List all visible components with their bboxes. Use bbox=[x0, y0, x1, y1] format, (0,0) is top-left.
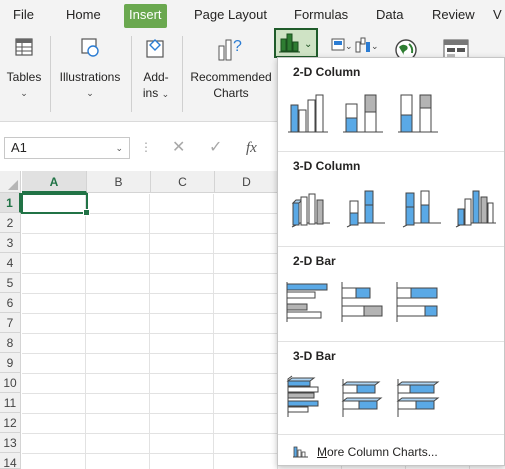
tables-label: Tables bbox=[6, 70, 42, 84]
row-header[interactable]: 13 bbox=[0, 433, 21, 453]
percent-stacked-bar-thumb[interactable] bbox=[394, 278, 442, 326]
tab-insert[interactable]: Insert bbox=[124, 4, 167, 28]
waterfall-chart-icon[interactable]: ⌄ bbox=[354, 36, 379, 59]
3d-percent-stacked-bar-thumb[interactable] bbox=[394, 373, 442, 421]
section-divider bbox=[278, 434, 504, 435]
hierarchy-chart-icon[interactable]: ⌄ bbox=[330, 36, 353, 59]
row-header[interactable]: 9 bbox=[0, 353, 21, 373]
column-header-a[interactable]: A bbox=[22, 171, 87, 193]
menu-bar: File Home Insert Page Layout Formulas Da… bbox=[0, 0, 505, 30]
section-title-3d-bar: 3-D Bar bbox=[293, 349, 336, 363]
more-column-charts-rest: ore Column Charts... bbox=[327, 445, 438, 459]
row-header[interactable]: 5 bbox=[0, 273, 21, 293]
active-cell[interactable] bbox=[21, 193, 90, 216]
ribbon-divider bbox=[50, 36, 51, 112]
row-header[interactable]: 1 bbox=[0, 193, 21, 213]
more-column-charts-label: More Column Charts... bbox=[317, 443, 438, 461]
svg-text:⌄: ⌄ bbox=[371, 41, 378, 51]
tables-button[interactable]: Tables ⌄ bbox=[2, 32, 46, 118]
column-chart-icon bbox=[292, 445, 310, 464]
access-key: M bbox=[317, 445, 327, 459]
3d-stacked-bar-thumb[interactable] bbox=[339, 373, 387, 421]
section-divider bbox=[278, 341, 504, 342]
addins-label-line2: ins bbox=[142, 86, 159, 100]
row-header[interactable]: 6 bbox=[0, 293, 21, 313]
tab-formulas[interactable]: Formulas bbox=[294, 4, 348, 28]
chevron-down-icon: ⌄ bbox=[20, 88, 28, 98]
chevron-down-icon[interactable]: ⌄ bbox=[115, 138, 123, 158]
recommended-label-line2: Charts bbox=[213, 86, 249, 100]
column-header-b[interactable]: B bbox=[87, 171, 151, 193]
chevron-down-icon: ⌄ bbox=[86, 88, 94, 98]
addins-label-line2-row: ins ⌄ bbox=[134, 86, 178, 102]
row-header[interactable]: 8 bbox=[0, 333, 21, 353]
addins-button[interactable]: Add- ins ⌄ bbox=[134, 32, 178, 118]
name-box-value: A1 bbox=[11, 140, 27, 155]
illustrations-button[interactable]: Illustrations ⌄ bbox=[54, 32, 126, 118]
tab-review[interactable]: Review bbox=[432, 4, 475, 28]
section-title-2d-bar: 2-D Bar bbox=[293, 254, 336, 268]
section-divider bbox=[278, 151, 504, 152]
ribbon-divider bbox=[182, 36, 183, 112]
row-header[interactable]: 11 bbox=[0, 393, 21, 413]
column-chart-icon: ⌄ bbox=[279, 33, 312, 53]
chevron-down-icon: ⌄ bbox=[161, 89, 170, 99]
row-header[interactable]: 3 bbox=[0, 233, 21, 253]
select-all-button[interactable] bbox=[0, 171, 21, 193]
svg-text:?: ? bbox=[233, 38, 242, 55]
addins-label-line1: Add- bbox=[143, 70, 169, 84]
svg-text:⌄: ⌄ bbox=[304, 39, 312, 50]
row-header[interactable]: 12 bbox=[0, 413, 21, 433]
row-header[interactable]: 10 bbox=[0, 373, 21, 393]
name-box[interactable]: A1 ⌄ bbox=[4, 137, 130, 159]
3d-stacked-column-thumb[interactable] bbox=[341, 183, 389, 231]
percent-stacked-column-thumb[interactable] bbox=[394, 88, 442, 136]
3d-column-thumb[interactable] bbox=[452, 183, 500, 231]
stacked-bar-thumb[interactable] bbox=[339, 278, 387, 326]
row-header[interactable]: 7 bbox=[0, 313, 21, 333]
column-chart-dropdown: 2-D Column 3-D Column 2-D Bar 3-D Bar Mo… bbox=[277, 57, 505, 466]
tab-file[interactable]: File bbox=[13, 4, 34, 28]
section-divider bbox=[278, 246, 504, 247]
tab-page-layout[interactable]: Page Layout bbox=[194, 4, 267, 28]
drag-handle-icon[interactable]: ⋮ bbox=[140, 140, 152, 154]
insert-column-chart-button[interactable]: ⌄ bbox=[274, 28, 318, 58]
recommended-charts-icon: ? bbox=[216, 36, 246, 65]
row-header[interactable]: 4 bbox=[0, 253, 21, 273]
section-title-3d-column: 3-D Column bbox=[293, 159, 361, 173]
svg-text:⌄: ⌄ bbox=[345, 41, 352, 51]
tab-view[interactable]: V bbox=[493, 4, 502, 28]
addins-icon bbox=[144, 36, 168, 63]
clustered-column-thumb[interactable] bbox=[284, 88, 332, 136]
recommended-label-line1: Recommended bbox=[190, 70, 272, 84]
recommended-charts-button[interactable]: ? Recommended Charts bbox=[188, 32, 274, 118]
insert-function-icon[interactable]: fx bbox=[246, 137, 257, 159]
cancel-icon[interactable]: ✕ bbox=[172, 137, 185, 159]
row-header[interactable]: 2 bbox=[0, 213, 21, 233]
clustered-bar-thumb[interactable] bbox=[284, 278, 332, 326]
ribbon-divider bbox=[131, 36, 132, 112]
illustrations-label: Illustrations bbox=[59, 70, 121, 84]
column-header-c[interactable]: C bbox=[151, 171, 215, 193]
3d-clustered-column-thumb[interactable] bbox=[286, 183, 334, 231]
3d-percent-stacked-column-thumb[interactable] bbox=[397, 183, 445, 231]
section-title-2d-column: 2-D Column bbox=[293, 65, 361, 79]
row-header[interactable]: 14 bbox=[0, 453, 21, 469]
tab-home[interactable]: Home bbox=[66, 4, 101, 28]
column-header-d[interactable]: D bbox=[215, 171, 279, 193]
enter-icon[interactable]: ✓ bbox=[209, 137, 222, 159]
table-icon bbox=[13, 36, 35, 61]
tab-data[interactable]: Data bbox=[376, 4, 403, 28]
3d-clustered-bar-thumb[interactable] bbox=[284, 373, 332, 421]
stacked-column-thumb[interactable] bbox=[339, 88, 387, 136]
illustrations-icon bbox=[78, 36, 102, 63]
